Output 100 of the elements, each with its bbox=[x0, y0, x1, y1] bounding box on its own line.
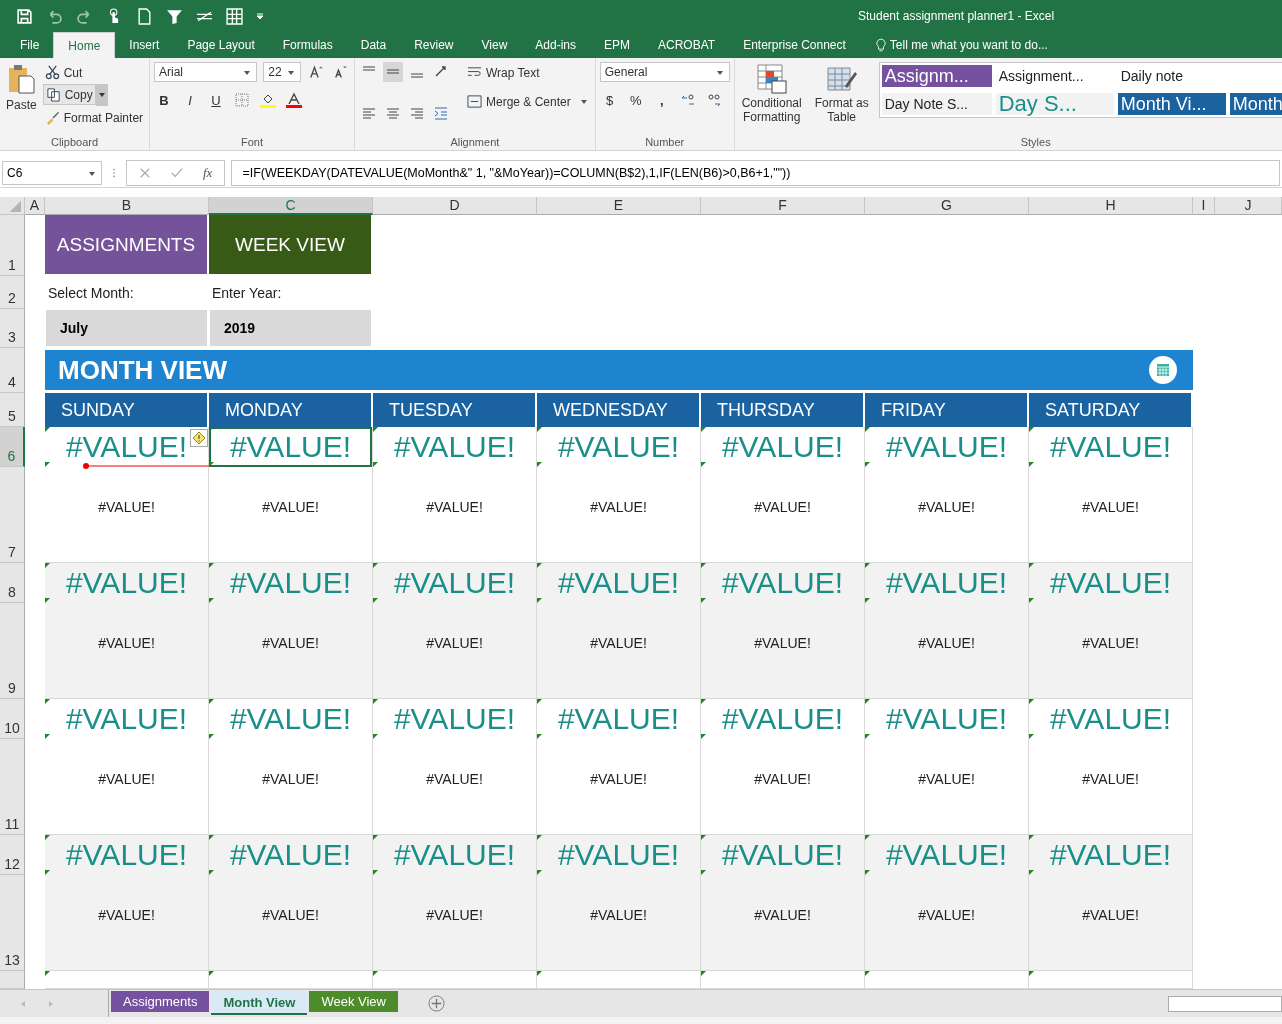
cancel-icon[interactable] bbox=[139, 167, 151, 179]
ribbon-tab[interactable]: Data bbox=[346, 32, 401, 58]
month-field[interactable]: July bbox=[46, 310, 207, 346]
calendar-day-cell[interactable]: #VALUE! #VALUE! bbox=[373, 563, 537, 699]
column-header[interactable]: C bbox=[209, 197, 373, 215]
calendar-day-cell[interactable]: #VALUE! #VALUE! bbox=[865, 563, 1029, 699]
cell-style-swatch[interactable]: Day S... bbox=[995, 93, 1114, 115]
calendar-day-cell[interactable]: #VALUE! #VALUE! bbox=[701, 563, 865, 699]
ribbon-tab[interactable]: Insert bbox=[115, 32, 174, 58]
calendar-day-cell[interactable]: #VALUE! #VALUE! bbox=[1029, 427, 1193, 563]
column-header[interactable]: E bbox=[537, 197, 701, 215]
calendar-day-cell[interactable]: #VALUE! #VALUE! bbox=[701, 427, 865, 563]
row-header[interactable]: 10 bbox=[0, 699, 25, 739]
calendar-day-cell[interactable]: #VALUE! #VALUE! bbox=[209, 835, 373, 971]
bold-button[interactable]: B bbox=[154, 92, 174, 108]
row-header[interactable]: 4 bbox=[0, 348, 25, 393]
calendar-icon[interactable] bbox=[1149, 356, 1177, 384]
calendar-day-cell[interactable]: #VALUE! #VALUE! bbox=[537, 563, 701, 699]
calendar-day-cell[interactable]: #VALUE! #VALUE! bbox=[1029, 699, 1193, 835]
column-header[interactable]: F bbox=[701, 197, 865, 215]
column-header[interactable]: A bbox=[25, 197, 45, 215]
name-box[interactable]: C6 bbox=[2, 161, 102, 185]
calendar-day-cell[interactable]: #VALUE! #VALUE! bbox=[865, 699, 1029, 835]
cell-style-swatch[interactable]: Month Vi... bbox=[1117, 93, 1226, 115]
currency-button[interactable]: $ bbox=[599, 92, 620, 108]
row-header[interactable]: 3 bbox=[0, 309, 25, 348]
calendar-day-cell[interactable]: #VALUE! #VALUE! bbox=[865, 427, 1029, 563]
enter-check-icon[interactable] bbox=[171, 167, 183, 179]
formula-field[interactable]: =IF(WEEKDAY(DATEVALUE(MoMonth&" 1, "&MoYear))=COLUMN(B$2),1,IF(LEN(B6)>0,B6+1,"")) bbox=[231, 160, 1280, 186]
customize-caret-icon[interactable] bbox=[256, 12, 264, 20]
row-header[interactable]: 9 bbox=[0, 603, 25, 699]
column-header[interactable]: H bbox=[1029, 197, 1193, 215]
calendar-day-cell[interactable]: #VALUE! #VALUE! bbox=[45, 563, 209, 699]
calendar-day-cell[interactable]: #VALUE! #VALUE! bbox=[45, 699, 209, 835]
calendar-day-cell[interactable]: #VALUE! #VALUE! bbox=[209, 699, 373, 835]
ribbon-tab[interactable]: Add-ins bbox=[521, 32, 590, 58]
column-header[interactable]: G bbox=[865, 197, 1029, 215]
calendar-day-cell[interactable]: #VALUE! #VALUE! bbox=[45, 427, 209, 563]
calendar-day-cell[interactable]: #VALUE! #VALUE! bbox=[373, 427, 537, 563]
percent-button[interactable]: % bbox=[625, 92, 646, 108]
column-header[interactable]: B bbox=[45, 197, 209, 215]
ribbon-tab[interactable]: Page Layout bbox=[173, 32, 269, 58]
font-size-dropdown[interactable]: 22 bbox=[263, 62, 301, 82]
format-as-table-button[interactable]: Format as Table bbox=[808, 62, 875, 126]
conditional-formatting-button[interactable]: Conditional Formatting bbox=[738, 62, 805, 126]
number-format-dropdown[interactable]: General bbox=[599, 62, 730, 82]
sheet-tab[interactable]: Assignments bbox=[111, 991, 210, 1012]
calendar-day-cell[interactable]: #VALUE! #VALUE! bbox=[373, 835, 537, 971]
cell-style-swatch[interactable]: Daily note bbox=[1117, 65, 1226, 87]
ribbon-tab[interactable]: ACROBAT bbox=[644, 32, 730, 58]
nav-button[interactable]: WEEK VIEW bbox=[209, 215, 371, 274]
italic-button[interactable]: I bbox=[180, 92, 200, 108]
font-color-icon[interactable] bbox=[284, 90, 304, 110]
year-field[interactable]: 2019 bbox=[210, 310, 371, 346]
insert-function-button[interactable]: fx bbox=[203, 165, 213, 181]
calendar-day-cell[interactable]: #VALUE! #VALUE! bbox=[701, 699, 865, 835]
ribbon-tab[interactable]: EPM bbox=[590, 32, 644, 58]
calendar-day-cell[interactable]: #VALUE! #VALUE! bbox=[209, 427, 373, 563]
calendar-day-cell[interactable]: #VALUE! #VALUE! bbox=[701, 835, 865, 971]
cell-style-swatch[interactable]: Day Note S... bbox=[881, 93, 992, 115]
tell-me-field[interactable]: Tell me what you want to do... bbox=[889, 32, 1110, 58]
new-document-icon[interactable] bbox=[136, 7, 153, 25]
table-icon[interactable] bbox=[226, 7, 243, 25]
row-header[interactable]: 13 bbox=[0, 875, 25, 971]
format-painter-button[interactable]: Format Painter bbox=[42, 107, 146, 128]
calendar-day-cell[interactable]: #VALUE! #VALUE! bbox=[373, 699, 537, 835]
calendar-day-cell[interactable]: #VALUE! #VALUE! bbox=[537, 427, 701, 563]
add-sheet-icon[interactable] bbox=[427, 995, 445, 1012]
cell-style-swatch[interactable]: Assignment... bbox=[995, 65, 1114, 87]
column-header[interactable]: I bbox=[1193, 197, 1215, 215]
calendar-day-cell[interactable]: #VALUE! #VALUE! bbox=[45, 835, 209, 971]
underline-button[interactable]: U bbox=[206, 92, 226, 108]
calendar-day-cell[interactable]: #VALUE! #VALUE! bbox=[537, 835, 701, 971]
ribbon-tab[interactable]: Enterprise Connect bbox=[729, 32, 860, 58]
middle-align-icon[interactable] bbox=[383, 62, 403, 82]
ribbon-tab[interactable]: Home bbox=[53, 32, 116, 58]
copy-button[interactable]: Copy bbox=[42, 84, 96, 105]
save-icon[interactable] bbox=[16, 7, 33, 25]
sheet-tab[interactable]: Month View bbox=[211, 991, 308, 1015]
filter-icon[interactable] bbox=[166, 7, 183, 25]
row-header[interactable]: 6 bbox=[0, 427, 25, 467]
ribbon-tab[interactable]: File bbox=[6, 32, 54, 58]
ribbon-tab[interactable]: Formulas bbox=[268, 32, 347, 58]
nav-button[interactable]: ASSIGNMENTS bbox=[45, 215, 207, 274]
row-header[interactable]: 5 bbox=[0, 393, 25, 427]
ribbon-tab[interactable]: Review bbox=[400, 32, 468, 58]
calendar-day-cell[interactable]: #VALUE! #VALUE! bbox=[209, 563, 373, 699]
wrap-text-button[interactable]: Wrap Text bbox=[465, 62, 591, 83]
sheet-tab[interactable]: Week View bbox=[309, 991, 398, 1012]
cell-style-swatch[interactable]: Assignm... bbox=[881, 65, 992, 87]
horizontal-scrollbar[interactable] bbox=[1168, 995, 1282, 1012]
cut-button[interactable]: Cut bbox=[42, 62, 146, 83]
column-header[interactable]: J bbox=[1215, 197, 1282, 215]
row-header[interactable]: 7 bbox=[0, 467, 25, 563]
calendar-day-cell[interactable]: #VALUE! #VALUE! bbox=[865, 835, 1029, 971]
font-name-dropdown[interactable]: Arial bbox=[154, 62, 258, 82]
row-header[interactable]: 12 bbox=[0, 835, 25, 875]
merge-center-button[interactable]: Merge & Center bbox=[465, 91, 591, 112]
calendar-day-cell[interactable]: #VALUE! #VALUE! bbox=[537, 699, 701, 835]
calendar-day-cell[interactable]: #VALUE! #VALUE! bbox=[1029, 835, 1193, 971]
